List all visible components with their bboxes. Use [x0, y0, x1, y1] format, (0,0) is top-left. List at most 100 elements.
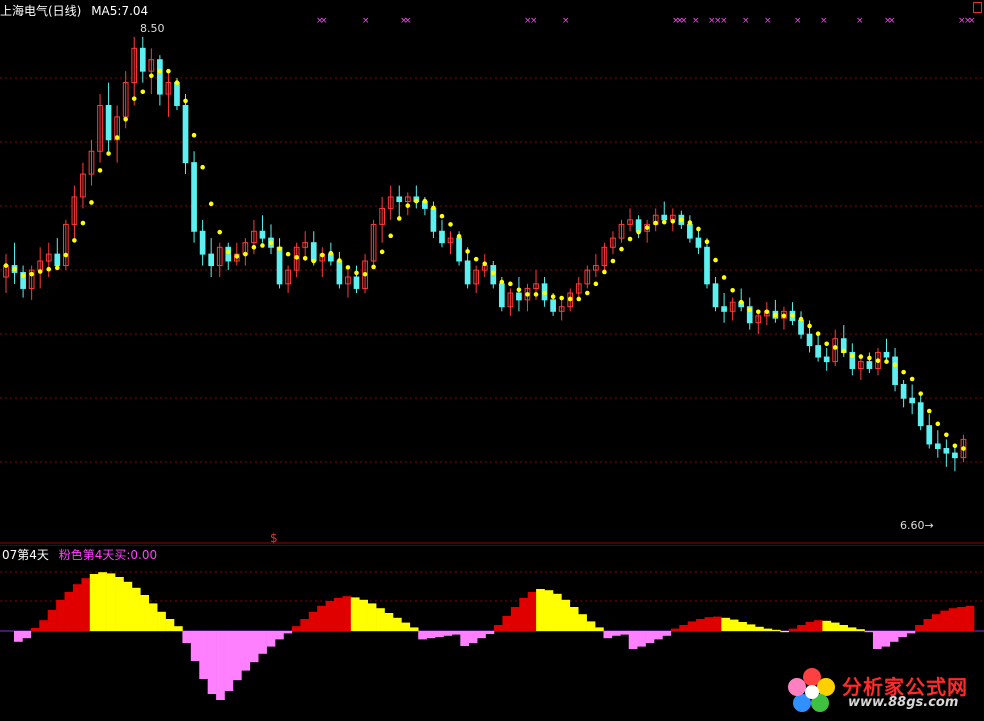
low-price-label: 6.60→ — [900, 519, 934, 532]
histogram-bar — [670, 628, 680, 631]
histogram-bar — [814, 620, 823, 631]
signal-marker: × — [320, 16, 328, 26]
histogram-bar — [721, 617, 731, 631]
ma-dot — [713, 257, 718, 263]
ma-dot — [337, 258, 342, 263]
candle-body — [105, 104, 112, 141]
ma-dot — [3, 263, 9, 268]
histogram-bar — [898, 631, 907, 637]
histogram-bar — [384, 613, 394, 631]
histogram-bar — [174, 626, 183, 631]
ma-dot — [97, 168, 103, 173]
histogram-bar — [536, 589, 545, 631]
ma-dot — [208, 201, 214, 207]
ma-dot — [559, 295, 564, 301]
candle-body — [712, 283, 719, 308]
ma-dot — [217, 229, 223, 235]
ma-dot — [815, 331, 821, 337]
histogram-bar — [325, 601, 335, 631]
ma-dot — [670, 218, 676, 224]
histogram-bar — [923, 619, 933, 631]
histogram-bar — [401, 622, 411, 631]
ma-dot — [499, 279, 505, 285]
ma-dot — [123, 116, 128, 122]
ma-dot — [593, 281, 599, 287]
histogram-bar — [704, 617, 714, 631]
signal-marker: × — [680, 16, 688, 26]
indicator-name: 07第4天 — [2, 548, 49, 562]
histogram-bar — [199, 631, 208, 679]
ma-dot — [414, 198, 419, 204]
histogram-bar — [468, 631, 478, 643]
ma-dot — [696, 226, 701, 232]
ma-dot — [867, 355, 872, 361]
histogram-bar — [72, 584, 82, 631]
candle-body — [157, 59, 163, 95]
signal-marker: × — [404, 16, 412, 26]
histogram-bar — [485, 631, 495, 634]
histogram-bar — [216, 631, 225, 700]
histogram-bar — [317, 605, 326, 631]
candle-body — [498, 283, 505, 308]
signal-value: 粉色第4天买:0.00 — [58, 548, 158, 562]
candle-body — [430, 207, 437, 232]
ma-dot — [508, 281, 513, 287]
ma-dot — [54, 265, 60, 271]
ma-dot — [183, 98, 188, 104]
candle-body — [310, 242, 317, 262]
candle-body — [191, 162, 197, 232]
ma-dot — [704, 239, 710, 245]
histogram-bar — [451, 631, 461, 635]
histogram-bar — [654, 631, 663, 640]
histogram-bar — [679, 625, 688, 631]
ma-dot — [824, 341, 829, 347]
histogram-bar — [157, 611, 166, 631]
ma-dot — [243, 251, 248, 257]
histogram-bar — [822, 620, 832, 631]
ma-dot — [46, 266, 52, 272]
ma-dot — [439, 213, 445, 219]
candle-body — [259, 230, 266, 239]
histogram-bar — [771, 629, 781, 631]
ma-dot — [738, 299, 744, 305]
candle-body — [208, 253, 215, 267]
ma-dot — [72, 238, 77, 243]
ma-dot — [37, 269, 43, 274]
histogram-bar — [864, 631, 874, 633]
histogram-bar — [872, 631, 882, 649]
ma-dot — [225, 249, 231, 255]
ma-dot — [926, 408, 932, 414]
candle-body — [550, 299, 556, 312]
ma-dot — [747, 307, 753, 313]
ma-dot — [473, 256, 479, 262]
histogram-bar — [628, 631, 638, 649]
histogram-bar — [64, 592, 74, 631]
signal-marker: × — [856, 16, 864, 26]
ma-dot — [191, 132, 197, 138]
histogram-bar — [957, 607, 966, 631]
histogram-bar — [140, 595, 150, 631]
histogram-bar — [527, 592, 537, 631]
histogram-bar — [418, 631, 427, 640]
ma-dot — [388, 233, 393, 239]
ma-dot — [396, 216, 402, 221]
candle-body — [823, 356, 830, 363]
signal-marker: × — [764, 16, 772, 26]
histogram-bar — [443, 631, 453, 636]
histogram-bar — [367, 603, 377, 631]
ma-dot — [482, 261, 488, 267]
site-logo: 分析家公式网 www.88gs.com — [786, 665, 982, 715]
histogram-bar — [435, 631, 444, 637]
histogram-bar — [797, 625, 806, 631]
main-price-chart[interactable]: ×× × ×× ×× × ××× × ××× × × × × × ×× ××× — [0, 0, 984, 545]
ma-dot — [345, 265, 351, 270]
ma-dot — [371, 264, 376, 270]
histogram-bar — [948, 608, 958, 631]
symbol-label: 上海电气(日线) — [0, 4, 82, 18]
candle-body — [943, 448, 950, 454]
signal-marker: × — [794, 16, 802, 26]
signal-marker: × — [530, 16, 538, 26]
expand-box-icon[interactable] — [973, 2, 982, 13]
histogram-bar — [746, 624, 756, 631]
ma-dot — [379, 249, 385, 255]
